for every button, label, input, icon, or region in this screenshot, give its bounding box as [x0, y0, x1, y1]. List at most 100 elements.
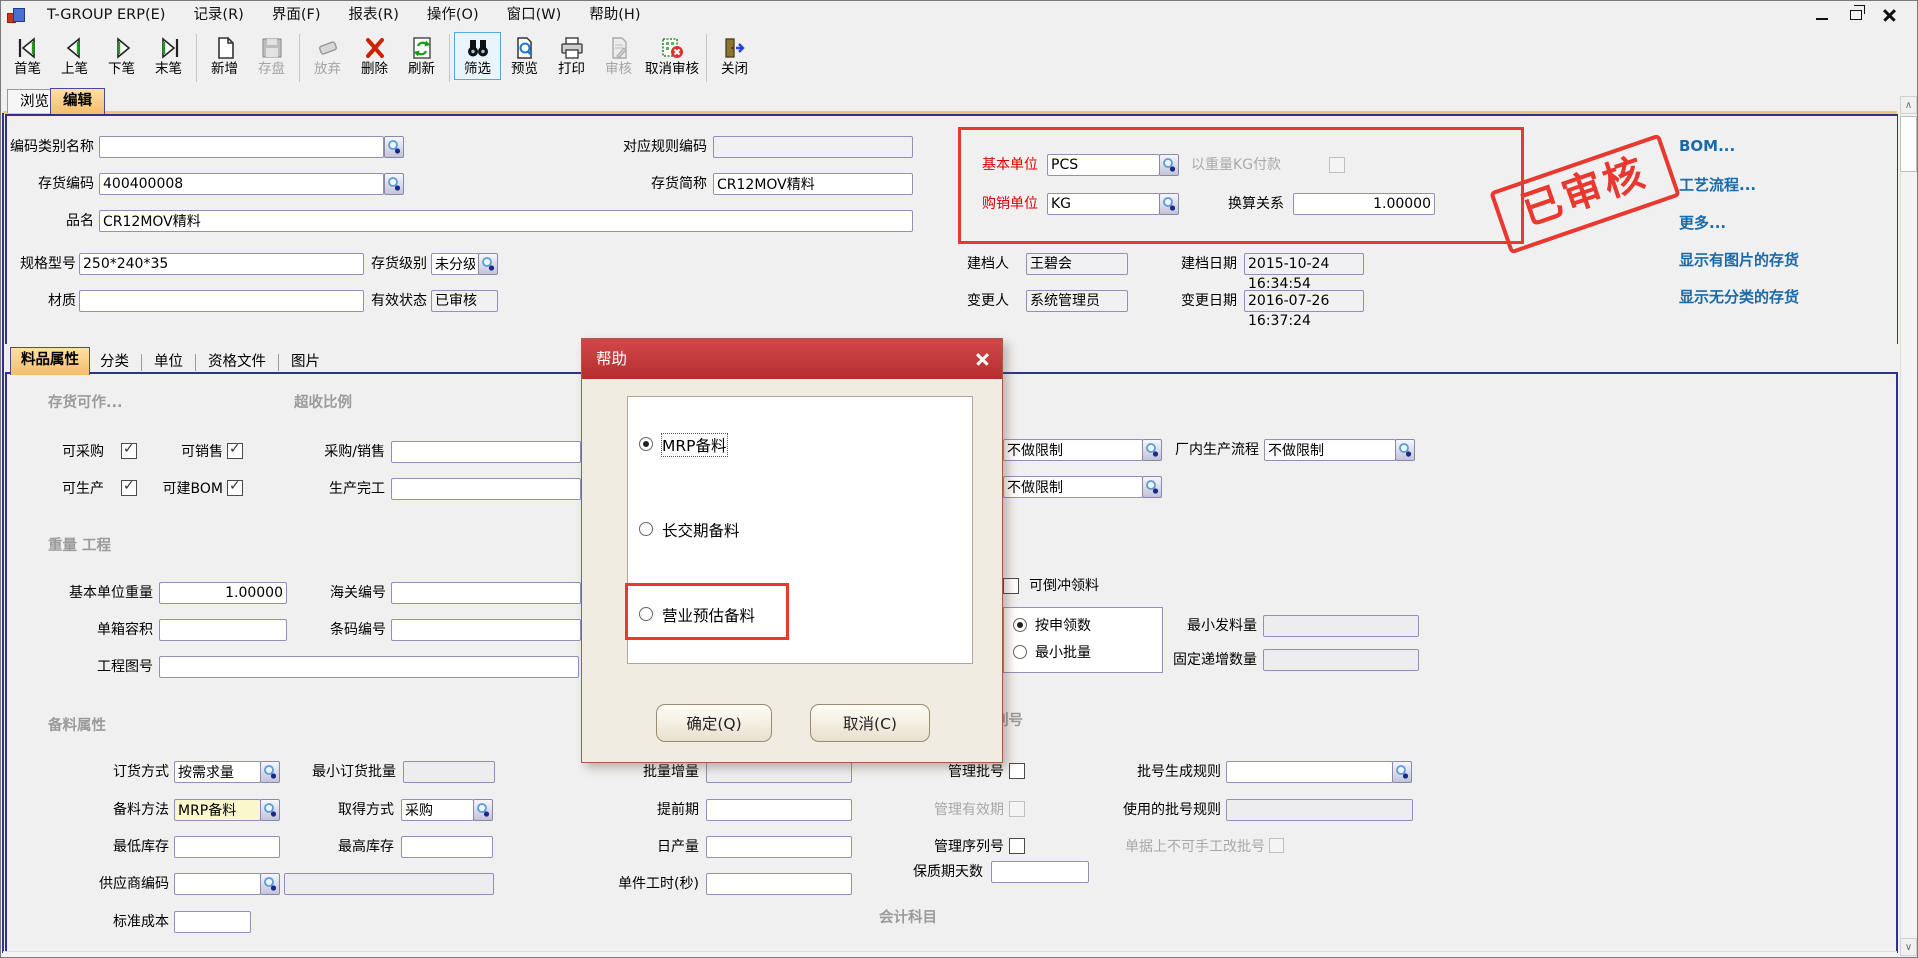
item-name-field[interactable]: [99, 210, 913, 232]
prep-method-field[interactable]: [174, 799, 261, 821]
menu-record[interactable]: 记录(R): [179, 3, 257, 27]
factory-flow-field[interactable]: [1264, 439, 1396, 461]
limit2-field[interactable]: [1003, 476, 1143, 498]
standard-cost-label: 标准成本: [99, 911, 169, 933]
material-field[interactable]: [79, 290, 364, 312]
purchase-sales-field[interactable]: [391, 441, 581, 463]
acquire-mode-lookup-icon[interactable]: [473, 799, 493, 821]
code-category-field[interactable]: [99, 136, 384, 158]
first-record-button[interactable]: 首笔: [4, 32, 51, 80]
menu-tgroup-erp[interactable]: T-GROUP ERP(E): [33, 3, 179, 27]
dialog-cancel-button[interactable]: 取消(C): [810, 704, 930, 742]
subtab-images[interactable]: 图片: [281, 350, 330, 375]
subtab-item-attributes[interactable]: 料品属性: [10, 347, 90, 375]
code-category-lookup-icon[interactable]: [384, 136, 404, 158]
dialog-long-leadtime-label[interactable]: 长交期备料: [662, 519, 740, 541]
manage-batch-checkbox[interactable]: [1009, 763, 1025, 779]
close-window-icon[interactable]: [1873, 4, 1907, 26]
batch-rule-lookup-icon[interactable]: [1392, 761, 1412, 783]
subtab-qualification-files[interactable]: 资格文件: [198, 350, 276, 375]
producible-checkbox[interactable]: [121, 480, 137, 496]
factory-flow-lookup-icon[interactable]: [1395, 439, 1415, 461]
lead-time-field[interactable]: [706, 799, 852, 821]
next-record-button[interactable]: 下笔: [98, 32, 145, 80]
dialog-mrp-label[interactable]: MRP备料: [662, 434, 727, 456]
item-code-lookup-icon[interactable]: [384, 173, 404, 195]
scrollbar-thumb[interactable]: [1900, 116, 1917, 172]
issue-by-request-radio[interactable]: [1013, 618, 1027, 632]
close-button[interactable]: 关闭: [711, 32, 758, 80]
print-button[interactable]: 打印: [548, 32, 595, 80]
drawing-no-field[interactable]: [159, 656, 579, 678]
spec-field[interactable]: [79, 253, 364, 275]
issue-min-batch-radio[interactable]: [1013, 645, 1027, 659]
min-stock-field[interactable]: [174, 836, 280, 858]
link-show-unclassified-items[interactable]: 显示无分类的存货: [1679, 286, 1799, 307]
standard-cost-field[interactable]: [174, 911, 251, 933]
scroll-down-icon[interactable]: ∨: [1900, 938, 1917, 956]
supplier-code-field[interactable]: [174, 873, 261, 895]
daily-output-field[interactable]: [706, 836, 852, 858]
scroll-up-icon[interactable]: ∧: [1900, 96, 1917, 114]
customs-code-field[interactable]: [391, 582, 581, 604]
nav-prev-icon: [61, 34, 89, 61]
delete-button[interactable]: 删除: [351, 32, 398, 80]
base-unit-weight-label: 基本单位重量: [31, 582, 153, 604]
base-unit-weight-field[interactable]: [159, 582, 287, 604]
prev-record-button[interactable]: 上笔: [51, 32, 98, 80]
menu-window[interactable]: 窗口(W): [493, 3, 576, 27]
backflush-checkbox[interactable]: [1003, 578, 1019, 594]
section-weight-engineering: 重量 工程: [48, 534, 111, 555]
link-more[interactable]: 更多...: [1679, 212, 1726, 233]
acquire-mode-field[interactable]: [401, 799, 474, 821]
shelf-life-days-label: 保质期天数: [904, 861, 983, 883]
barcode-field[interactable]: [391, 619, 581, 641]
order-mode-field[interactable]: [174, 761, 261, 783]
production-done-field[interactable]: [391, 478, 581, 500]
cancel-audit-button[interactable]: 取消审核: [642, 32, 702, 80]
batch-rule-field[interactable]: [1226, 761, 1393, 783]
max-stock-field[interactable]: [401, 836, 493, 858]
item-short-name-field[interactable]: [713, 173, 913, 195]
new-button[interactable]: 新增: [201, 32, 248, 80]
dialog-mrp-radio[interactable]: [639, 437, 653, 451]
subtab-classification[interactable]: 分类: [90, 350, 139, 375]
bom-allowed-checkbox[interactable]: [227, 480, 243, 496]
production-done-label: 生产完工: [299, 478, 385, 500]
manage-serial-checkbox[interactable]: [1009, 838, 1025, 854]
subtab-units[interactable]: 单位: [144, 350, 193, 375]
prep-method-lookup-icon[interactable]: [260, 799, 280, 821]
link-bom[interactable]: BOM...: [1679, 137, 1735, 155]
limit1-field[interactable]: [1003, 439, 1143, 461]
shelf-life-days-field[interactable]: [991, 861, 1089, 883]
refresh-button[interactable]: 刷新: [398, 32, 445, 80]
menu-report[interactable]: 报表(R): [334, 3, 412, 27]
box-volume-field[interactable]: [159, 619, 287, 641]
item-level-field[interactable]: [431, 253, 479, 275]
sellable-checkbox[interactable]: [227, 443, 243, 459]
menu-help[interactable]: 帮助(H): [575, 3, 654, 27]
unit-work-seconds-label: 单件工时(秒): [587, 873, 699, 895]
menu-operation[interactable]: 操作(O): [413, 3, 493, 27]
help-dialog-close-icon[interactable]: [970, 347, 996, 371]
dialog-ok-button[interactable]: 确定(Q): [656, 704, 772, 742]
minimize-icon[interactable]: [1805, 4, 1839, 26]
link-show-items-with-images[interactable]: 显示有图片的存货: [1679, 249, 1799, 270]
menu-interface[interactable]: 界面(F): [258, 3, 335, 27]
limit1-lookup-icon[interactable]: [1142, 439, 1162, 461]
restore-icon[interactable]: [1839, 4, 1873, 26]
filter-button[interactable]: 筛选: [454, 32, 501, 80]
limit2-lookup-icon[interactable]: [1142, 476, 1162, 498]
unit-work-seconds-field[interactable]: [706, 873, 852, 895]
purchasable-checkbox[interactable]: [121, 443, 137, 459]
last-record-button[interactable]: 末笔: [145, 32, 192, 80]
order-mode-lookup-icon[interactable]: [260, 761, 280, 783]
tab-edit[interactable]: 编辑: [50, 88, 105, 114]
item-code-field[interactable]: [99, 173, 384, 195]
supplier-code-lookup-icon[interactable]: [260, 873, 280, 895]
item-level-lookup-icon[interactable]: [478, 253, 498, 275]
dialog-long-leadtime-radio[interactable]: [639, 522, 653, 536]
link-process-flow[interactable]: 工艺流程...: [1679, 174, 1756, 195]
preview-button[interactable]: 预览: [501, 32, 548, 80]
vertical-scrollbar[interactable]: [1900, 96, 1917, 956]
